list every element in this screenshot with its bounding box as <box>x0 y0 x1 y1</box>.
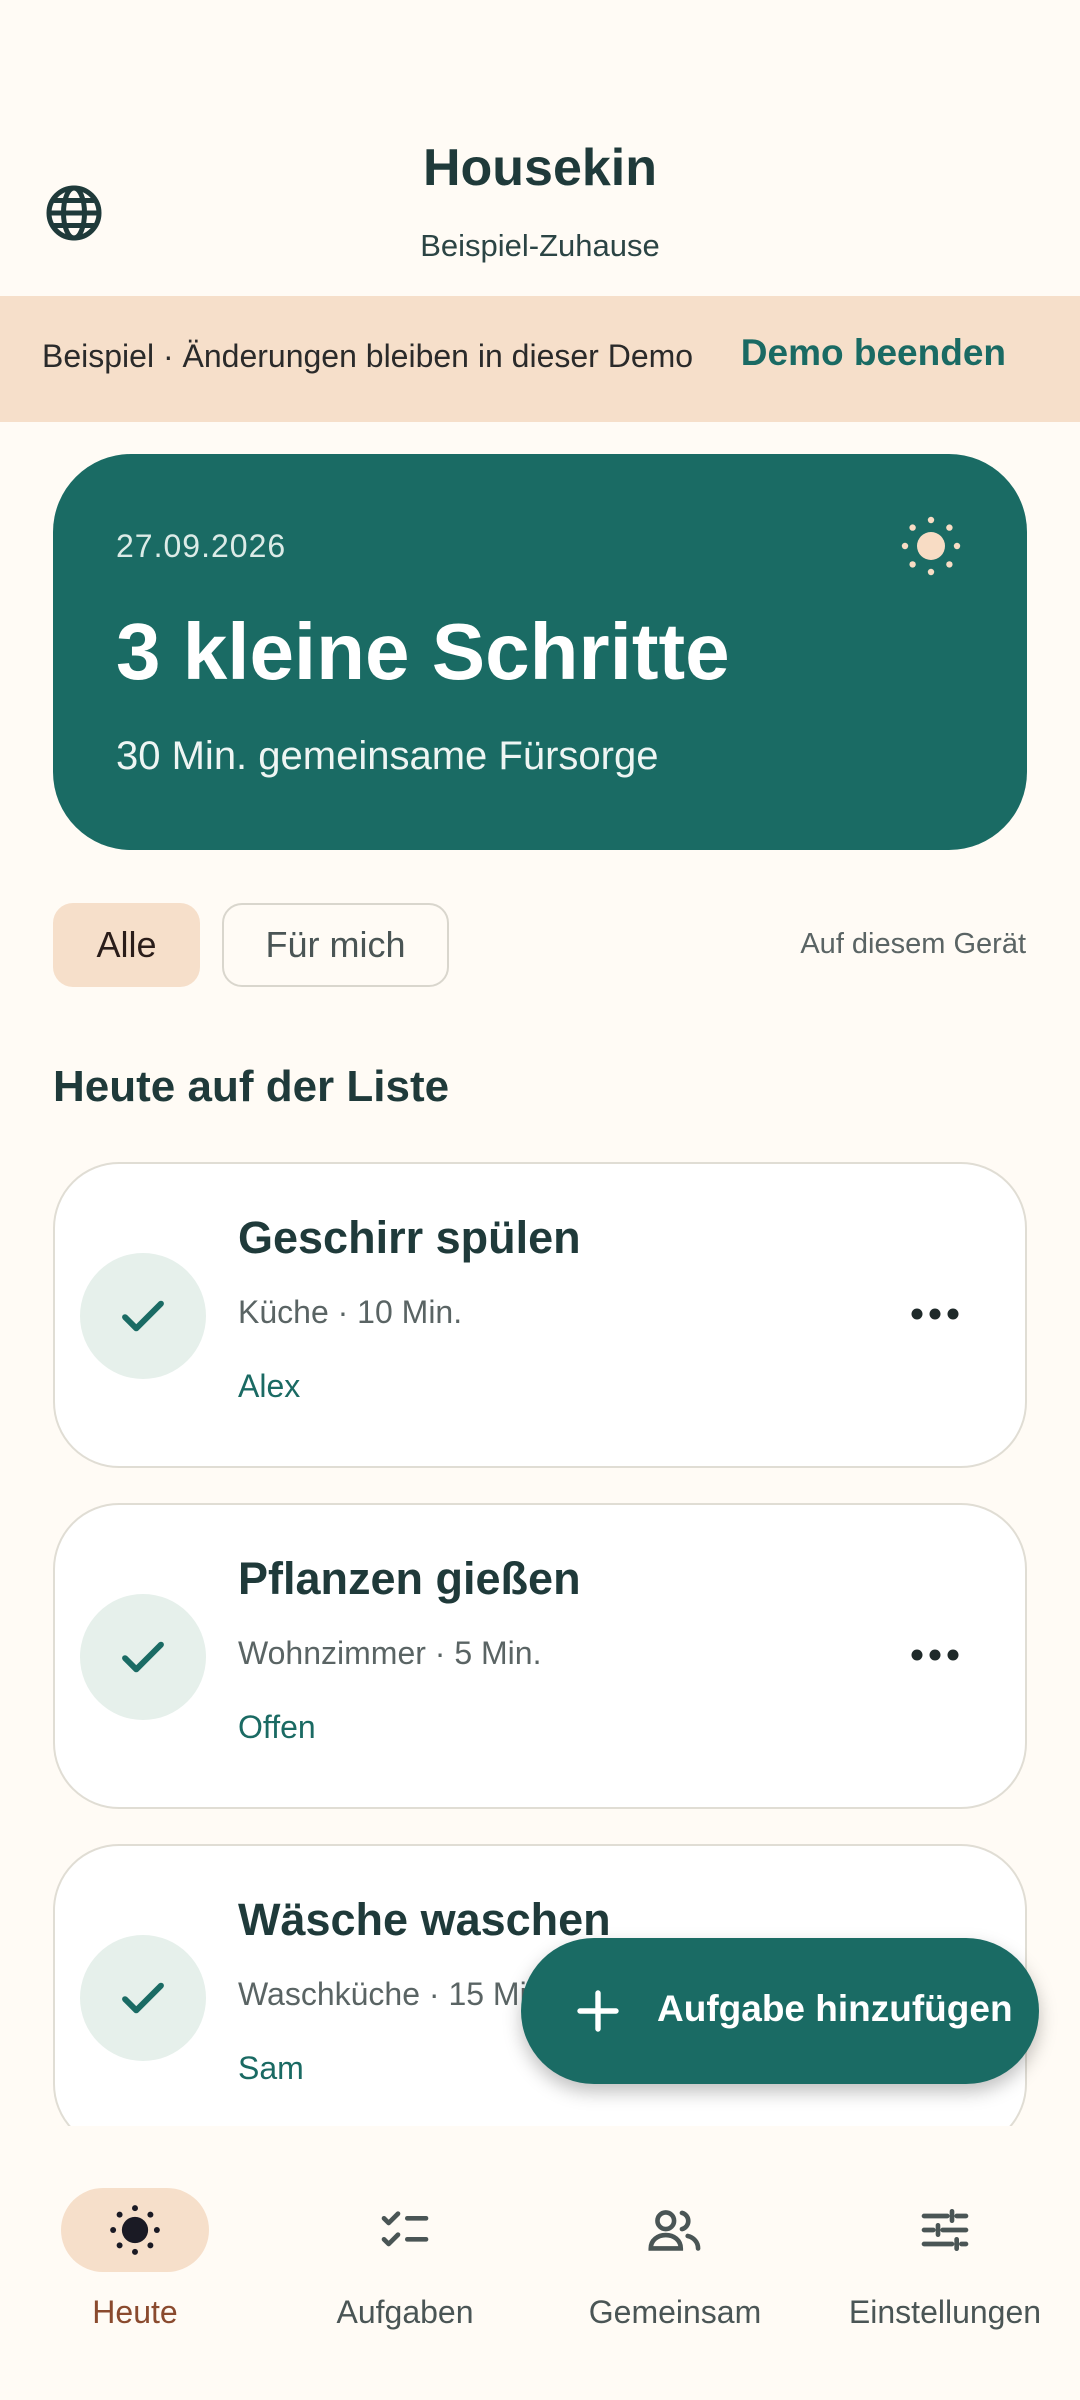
add-task-button[interactable]: Aufgabe hinzufügen <box>521 1938 1039 2084</box>
nav-item-einstellungen[interactable]: Einstellungen <box>810 2156 1080 2356</box>
add-task-label: Aufgabe hinzufügen <box>657 1988 1013 2029</box>
task-card[interactable]: Geschirr spülen Küche · 10 Min. Alex <box>53 1162 1027 1468</box>
check-icon <box>122 1982 164 2014</box>
checklist-icon <box>381 2211 429 2247</box>
filter-chip-all[interactable]: Alle <box>53 903 200 987</box>
task-meta: Küche · 10 Min. <box>238 1294 463 1330</box>
today-date: 27.09.2026 <box>116 528 287 564</box>
complete-task-button[interactable] <box>80 1594 206 1720</box>
household-name: Beispiel-Zuhause <box>420 228 660 263</box>
nav-label: Einstellungen <box>848 2294 1042 2330</box>
nav-label: Heute <box>92 2294 178 2330</box>
more-icon[interactable] <box>905 1640 965 1670</box>
complete-task-button[interactable] <box>80 1253 206 1379</box>
more-icon[interactable] <box>905 1299 965 1329</box>
nav-icon-holder <box>871 2188 1019 2272</box>
complete-task-button[interactable] <box>80 1935 206 2061</box>
nav-icon-holder <box>331 2188 479 2272</box>
today-summary-card: 27.09.2026 3 kleine Schritte 30 Min. gem… <box>53 454 1027 850</box>
task-card[interactable]: Pflanzen gießen Wohnzimmer · 5 Min. Offe… <box>53 1503 1027 1809</box>
check-icon <box>122 1300 164 1332</box>
sliders-icon <box>921 2209 969 2251</box>
task-meta: Waschküche · 15 Min. <box>238 1976 554 2012</box>
bottom-navigation: Heute Aufgaben Gemeinsam Einstellungen <box>0 2126 1080 2400</box>
task-title: Pflanzen gießen <box>238 1553 581 1604</box>
nav-item-gemeinsam[interactable]: Gemeinsam <box>540 2156 810 2356</box>
sun-icon <box>110 2205 160 2255</box>
check-icon <box>122 1641 164 1673</box>
today-headline: 3 kleine Schritte <box>116 607 730 696</box>
section-title: Heute auf der Liste <box>53 1062 450 1111</box>
nav-active-indicator <box>61 2188 209 2272</box>
demo-banner-text: Beispiel · Änderungen bleiben in dieser … <box>42 338 694 374</box>
app-header: Housekin Beispiel-Zuhause <box>0 0 1080 296</box>
people-icon <box>648 2210 701 2251</box>
end-demo-button[interactable]: Demo beenden <box>741 332 1006 374</box>
nav-label: Gemeinsam <box>588 2294 762 2330</box>
task-title: Wäsche waschen <box>238 1894 611 1945</box>
nav-item-aufgaben[interactable]: Aufgaben <box>270 2156 540 2356</box>
nav-icon-holder <box>601 2188 749 2272</box>
app-title: Housekin <box>422 139 658 197</box>
task-assignee: Sam <box>238 2050 304 2086</box>
plus-icon <box>577 1990 619 2032</box>
nav-item-heute[interactable]: Heute <box>0 2156 270 2356</box>
task-title: Geschirr spülen <box>238 1212 581 1263</box>
filter-chip-for-me[interactable]: Für mich <box>222 903 449 987</box>
today-subline: 30 Min. gemeinsame Fürsorge <box>116 734 659 778</box>
demo-banner: Beispiel · Änderungen bleiben in dieser … <box>0 296 1080 422</box>
task-assignee: Alex <box>238 1368 301 1404</box>
nav-label: Aufgaben <box>336 2294 474 2330</box>
sun-icon <box>901 516 961 576</box>
scope-note: Auf diesem Gerät <box>800 928 1026 960</box>
task-meta: Wohnzimmer · 5 Min. <box>238 1635 542 1671</box>
task-assignee: Offen <box>238 1709 316 1745</box>
